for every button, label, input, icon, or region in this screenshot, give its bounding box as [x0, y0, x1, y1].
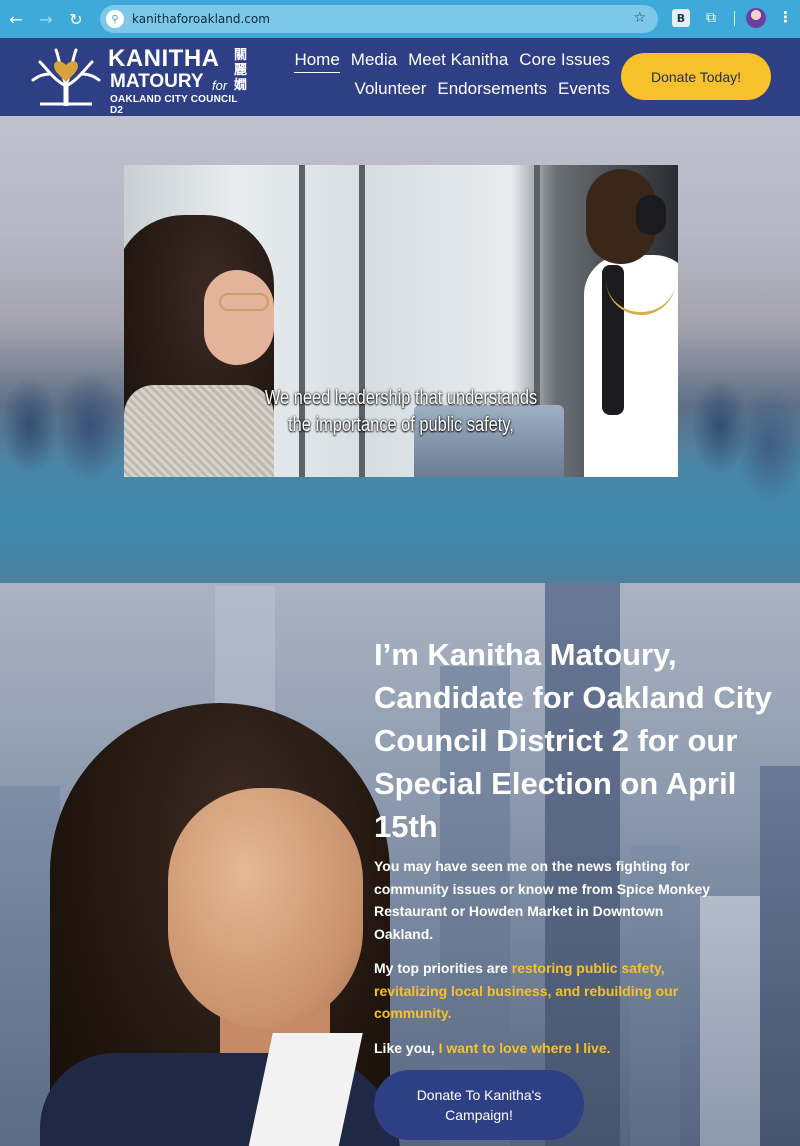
logo-subtitle: OAKLAND CITY COUNCIL D2 — [110, 94, 238, 116]
hero-video-section: We need leadership that understands the … — [0, 116, 800, 583]
donate-to-campaign-button[interactable]: Donate To Kanitha's Campaign! — [374, 1070, 584, 1140]
forward-icon[interactable]: → — [32, 5, 60, 33]
logo-for: for — [212, 78, 228, 93]
donate-today-button[interactable]: Donate Today! — [621, 53, 771, 100]
browser-toolbar: ← → ↻ ⚲ kanithaforoakland.com ☆ B ⧉ ⋮ — [0, 0, 800, 38]
nav-volunteer[interactable]: Volunteer — [355, 79, 427, 99]
love-where-i-live-paragraph: Like you, I want to love where I live. — [374, 1037, 714, 1060]
love-prefix: Like you, — [374, 1040, 439, 1056]
site-header: KANITHA MATOURY for 關麗嫺 OAKLAND CITY COU… — [0, 38, 800, 116]
site-info-icon[interactable]: ⚲ — [106, 10, 124, 28]
candidate-portrait-face — [168, 788, 363, 1028]
logo-chinese-name: 關麗嫺 — [234, 48, 248, 93]
main-nav: Home Media Meet Kanitha Core Issues Volu… — [294, 48, 610, 108]
video-woman-glasses — [219, 293, 269, 311]
intro-paragraph: You may have seen me on the news fightin… — [374, 858, 711, 942]
nav-meet-kanitha[interactable]: Meet Kanitha — [408, 50, 508, 73]
nav-home[interactable]: Home — [294, 50, 340, 73]
caption-line-1: We need leadership that understands — [264, 387, 538, 409]
nav-endorsements[interactable]: Endorsements — [437, 79, 547, 99]
priorities-prefix: My top priorities are — [374, 960, 512, 976]
candidate-intro-section: I’m Kanitha Matoury, Candidate for Oakla… — [0, 583, 800, 1146]
nav-media[interactable]: Media — [351, 50, 397, 73]
campaign-video[interactable]: We need leadership that understands the … — [124, 165, 678, 477]
video-man-headphones — [636, 195, 666, 235]
extensions-puzzle-icon[interactable]: ⧉ — [702, 9, 720, 27]
oak-tree-heart-icon — [31, 48, 101, 106]
nav-row-1: Home Media Meet Kanitha Core Issues — [294, 50, 610, 73]
profile-avatar[interactable] — [746, 8, 766, 28]
candidate-headline: I’m Kanitha Matoury, Candidate for Oakla… — [374, 637, 772, 844]
nav-row-2: Volunteer Endorsements Events — [355, 79, 610, 99]
browser-menu-icon[interactable]: ⋮ — [778, 8, 793, 26]
extension-b-icon[interactable]: B — [672, 9, 690, 27]
love-highlight: I want to love where I live. — [438, 1040, 611, 1056]
priorities-paragraph: My top priorities are restoring public s… — [374, 957, 714, 1025]
url-text[interactable]: kanithaforoakland.com — [132, 12, 270, 26]
caption-line-2: the importance of public safety, — [288, 414, 514, 436]
nav-core-issues[interactable]: Core Issues — [519, 50, 610, 73]
bookmark-star-icon[interactable]: ☆ — [633, 10, 646, 26]
reload-icon[interactable]: ↻ — [62, 5, 90, 33]
back-icon[interactable]: ← — [2, 5, 30, 33]
logo-last-name: MATOURY — [110, 71, 204, 92]
logo-first-name: KANITHA — [108, 45, 220, 72]
video-woman-face — [204, 270, 274, 365]
site-logo[interactable]: KANITHA MATOURY for 關麗嫺 OAKLAND CITY COU… — [30, 44, 250, 116]
toolbar-divider — [734, 11, 735, 26]
video-caption: We need leadership that understands the … — [174, 385, 628, 439]
nav-events[interactable]: Events — [558, 79, 610, 99]
address-bar[interactable]: ⚲ kanithaforoakland.com ☆ — [100, 5, 658, 33]
